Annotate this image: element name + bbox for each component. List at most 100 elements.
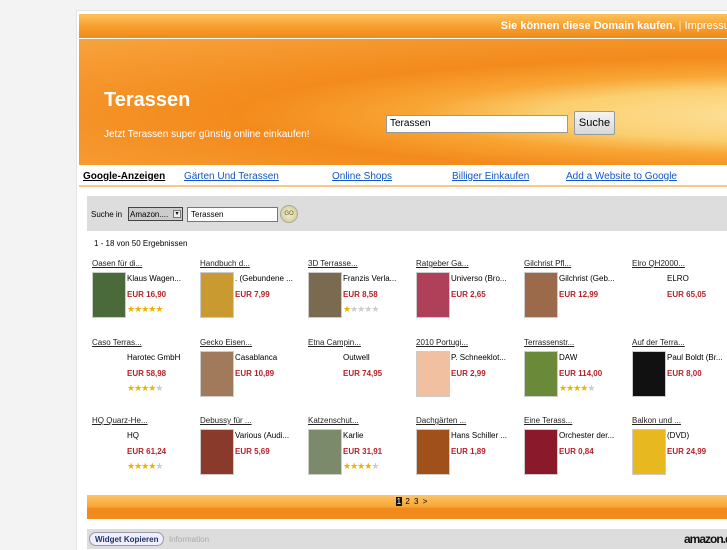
product-price: EUR 58,98 [127, 368, 167, 378]
product-image[interactable] [524, 272, 558, 318]
site-title: Terassen [104, 89, 191, 111]
product-image[interactable] [308, 429, 342, 475]
product-title-link[interactable]: Debussy für ... [200, 416, 252, 425]
nav-link[interactable]: Add a Website to Google [566, 171, 677, 182]
product-title-link[interactable]: Balkon und ... [632, 416, 681, 425]
product-title-link[interactable]: 3D Terrasse... [308, 259, 358, 268]
nav-link[interactable]: Billiger Einkaufen [452, 171, 529, 182]
product-image[interactable] [92, 272, 126, 318]
product-author: Franzis Verla... [343, 274, 397, 283]
search-input[interactable]: Terassen [386, 115, 568, 133]
product-image[interactable] [416, 350, 450, 397]
product-title-link[interactable]: Ratgeber Ga... [416, 259, 468, 268]
product-image[interactable] [632, 429, 666, 475]
product-price: EUR 0,84 [559, 447, 594, 456]
star-icon: ★ [371, 461, 379, 471]
product-author: (DVD) [667, 431, 690, 440]
store-select[interactable]: Amazon.... ▾ [128, 207, 183, 221]
widget-search-input[interactable]: Terassen [187, 207, 278, 222]
star-icon: ★ [371, 304, 379, 314]
buy-domain-link[interactable]: Sie können diese Domain kaufen. [501, 20, 676, 32]
product-image[interactable] [92, 429, 126, 475]
product-image[interactable] [524, 429, 558, 475]
header: Terassen Jetzt Terassen super günstig on… [79, 39, 727, 165]
product-item: Etna Campin... Outwell EUR 74,95 [308, 338, 414, 413]
nav-link[interactable]: Gärten Und Terassen [184, 171, 279, 182]
product-title-link[interactable]: Katzenschut... [308, 416, 359, 425]
page-link[interactable]: 1 [395, 497, 403, 506]
product-item: Handbuch d... . (Gebundene ... EUR 7,99 [200, 259, 306, 334]
product-image[interactable] [632, 272, 666, 318]
product-image[interactable] [200, 350, 234, 397]
star-rating: ★★★★★ [343, 461, 379, 472]
product-price: EUR 10,89 [235, 368, 275, 378]
amazon-widget: Suche in Amazon.... ▾ Terassen GO 1 - 18 … [87, 196, 727, 549]
product-image[interactable] [308, 272, 342, 318]
widget-footer: Widget Kopieren Information amazon.de [87, 529, 727, 549]
separator: | [678, 20, 682, 32]
widget-search-bar: Suche in Amazon.... ▾ Terassen GO [87, 196, 727, 231]
star-icon: ★ [155, 304, 163, 314]
product-image[interactable] [200, 429, 234, 475]
product-title-link[interactable]: 2010 Portugi... [416, 338, 468, 347]
copy-widget-button[interactable]: Widget Kopieren [89, 532, 165, 546]
product-image[interactable] [200, 272, 234, 318]
ad-links-bar: Google-Anzeigen Gärten Und Terassen Onli… [79, 165, 727, 187]
product-price: EUR 31,91 [343, 447, 383, 456]
product-title-link[interactable]: Gilchrist Pfl... [524, 259, 571, 268]
product-price: EUR 2,65 [451, 290, 486, 299]
star-icon: ★ [587, 382, 595, 393]
product-author: Karlie [343, 431, 364, 440]
product-item: Ratgeber Ga... Universo (Bro... EUR 2,65 [416, 259, 522, 334]
product-author: Outwell [343, 352, 370, 362]
product-title-link[interactable]: Elro QH2000... [632, 259, 685, 268]
product-title-link[interactable]: Terrassenstr... [524, 338, 574, 347]
star-rating: ★★★★★ [127, 383, 163, 394]
product-image[interactable] [632, 350, 666, 397]
product-title-link[interactable]: Caso Terras... [92, 338, 142, 347]
product-price: EUR 16,90 [127, 290, 167, 299]
product-image[interactable] [524, 350, 558, 397]
product-author: Klaus Wagen... [127, 274, 181, 283]
tagline: Jetzt Terassen super günstig online eink… [104, 129, 310, 140]
star-rating: ★★★★★ [127, 461, 163, 472]
product-item: Gecko Eisen... Casablanca EUR 10,89 [200, 338, 306, 413]
page-container: Sie können diese Domain kaufen. | Impres… [76, 10, 727, 550]
product-author: Orchester der... [559, 431, 615, 440]
product-price: EUR 114,00 [559, 368, 603, 378]
page-link[interactable]: 2 [404, 497, 410, 506]
chevron-down-icon: ▾ [173, 210, 181, 218]
information-link[interactable]: Information [169, 535, 209, 544]
product-author: DAW [559, 352, 578, 362]
product-title-link[interactable]: Gecko Eisen... [200, 338, 252, 347]
product-title-link[interactable]: Etna Campin... [308, 338, 361, 347]
next-page-link[interactable]: > [422, 497, 429, 506]
product-image[interactable] [92, 350, 126, 397]
search-button[interactable]: Suche [574, 111, 615, 135]
impressum-link[interactable]: Impressum [685, 20, 727, 32]
product-title-link[interactable]: Eine Terass... [524, 416, 572, 425]
star-icon: ★ [155, 461, 163, 471]
product-author: Harotec GmbH [127, 352, 181, 362]
product-title-link[interactable]: Oasen für di... [92, 259, 142, 268]
product-item: Auf der Terra... Paul Boldt (Br... EUR 8… [632, 338, 727, 413]
nav-link[interactable]: Online Shops [332, 171, 392, 182]
product-title-link[interactable]: Auf der Terra... [632, 338, 685, 347]
product-item: 3D Terrasse... Franzis Verla... EUR 8,58… [308, 259, 414, 334]
product-author: Hans Schiller ... [451, 431, 508, 440]
product-price: EUR 5,69 [235, 447, 270, 456]
product-title-link[interactable]: Handbuch d... [200, 259, 250, 268]
page-link[interactable]: 3 [413, 497, 419, 506]
product-author: Casablanca [235, 352, 278, 362]
product-author: Universo (Bro... [451, 274, 507, 283]
product-author: Gilchrist (Geb... [559, 274, 615, 283]
product-image[interactable] [416, 272, 450, 318]
go-button[interactable]: GO [280, 205, 298, 223]
product-item: Elro QH2000... ELRO EUR 65,05 [632, 259, 727, 334]
product-item: Gilchrist Pfl... Gilchrist (Geb... EUR 1… [524, 259, 630, 334]
product-title-link[interactable]: HQ Quarz-He... [92, 416, 148, 425]
product-image[interactable] [308, 350, 342, 397]
product-image[interactable] [416, 429, 450, 475]
search-in-label: Suche in [91, 210, 123, 219]
product-title-link[interactable]: Dachgärten ... [416, 416, 466, 425]
